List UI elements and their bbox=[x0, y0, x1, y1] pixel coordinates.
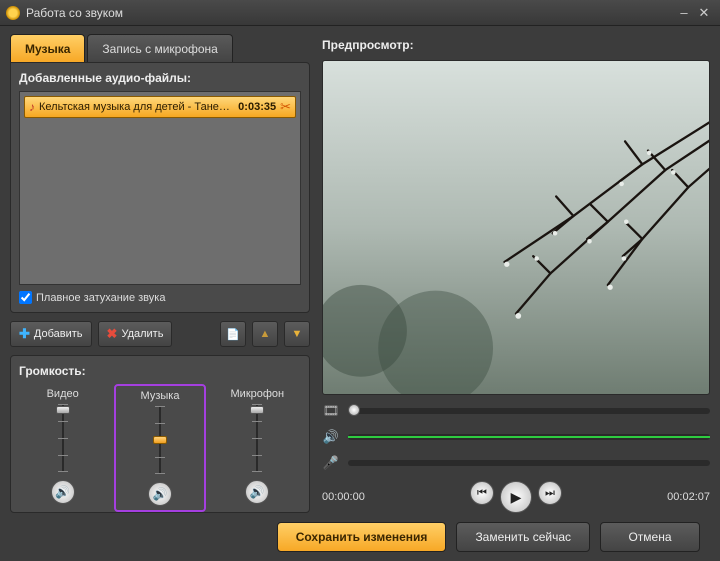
mic-track-bar[interactable] bbox=[348, 460, 710, 466]
fade-checkbox[interactable] bbox=[19, 291, 32, 304]
next-button[interactable]: ⏭ bbox=[538, 481, 562, 505]
remove-file-icon: 📄 bbox=[226, 328, 240, 341]
volume-video-label: Видео bbox=[47, 388, 79, 400]
volume-panel: Громкость: Видео 🔊 Музык bbox=[10, 355, 310, 513]
cancel-button[interactable]: Отмена bbox=[600, 522, 700, 552]
volume-video-mute[interactable]: 🔊 bbox=[51, 480, 75, 504]
move-down-button[interactable]: ▼ bbox=[284, 321, 310, 347]
remove-file-button[interactable]: 📄 bbox=[220, 321, 246, 347]
prev-button[interactable]: ⏮ bbox=[470, 481, 494, 505]
left-column: Музыка Запись с микрофона Добавленные ау… bbox=[10, 34, 310, 513]
volume-music-label: Музыка bbox=[141, 390, 180, 402]
main-columns: Музыка Запись с микрофона Добавленные ау… bbox=[10, 34, 710, 513]
volume-mic-mute[interactable]: 🔊 bbox=[245, 480, 269, 504]
mic-track-row: 🎤 bbox=[322, 453, 710, 473]
seek-thumb[interactable] bbox=[348, 404, 360, 416]
speaker-icon: 🔊 bbox=[55, 485, 70, 499]
fade-checkbox-label: Плавное затухание звука bbox=[36, 292, 165, 304]
skip-back-icon: ⏮ bbox=[477, 487, 487, 500]
video-track-row: 🎞 bbox=[322, 401, 710, 421]
add-button-label: Добавить bbox=[34, 328, 83, 340]
playback-row: 00:00:00 ⏮ ▶ ⏭ 00:02:07 bbox=[322, 481, 710, 513]
preview-image bbox=[323, 61, 709, 394]
audio-file-row[interactable]: ♪ Кельтская музыка для детей - Танец-ht.… bbox=[24, 96, 296, 118]
content-area: Музыка Запись с микрофона Добавленные ау… bbox=[0, 26, 720, 561]
audio-file-name: Кельтская музыка для детей - Танец-ht... bbox=[39, 101, 234, 113]
tab-bar: Музыка Запись с микрофона bbox=[10, 34, 310, 62]
time-total: 00:02:07 bbox=[667, 491, 710, 503]
scissors-icon[interactable]: ✂ bbox=[280, 99, 291, 115]
play-button[interactable]: ▶ bbox=[500, 481, 532, 513]
fade-checkbox-row: Плавное затухание звука bbox=[19, 291, 301, 304]
minimize-button[interactable]: – bbox=[674, 5, 694, 21]
replace-now-button[interactable]: Заменить сейчас bbox=[456, 522, 590, 552]
cancel-button-label: Отмена bbox=[628, 530, 671, 544]
tab-music-label: Музыка bbox=[25, 42, 70, 56]
volume-header: Громкость: bbox=[19, 364, 301, 378]
volume-music-slider[interactable] bbox=[149, 406, 171, 474]
plus-icon: ✚ bbox=[19, 326, 30, 342]
sound-editor-window: Работа со звуком – ✕ Музыка Запись с мик… bbox=[0, 0, 720, 561]
volume-music-mute[interactable]: 🔊 bbox=[148, 482, 172, 506]
tab-mic-label: Запись с микрофона bbox=[102, 42, 217, 56]
preview-header: Предпросмотр: bbox=[322, 34, 710, 56]
speaker-icon: 🔊 bbox=[250, 485, 265, 499]
time-current: 00:00:00 bbox=[322, 491, 365, 503]
move-up-button[interactable]: ▲ bbox=[252, 321, 278, 347]
volume-music-col: Музыка 🔊 bbox=[114, 384, 205, 512]
audio-file-duration: 0:03:35 bbox=[238, 101, 276, 113]
volume-columns: Видео 🔊 Музыка bbox=[19, 384, 301, 512]
arrow-up-icon: ▲ bbox=[260, 328, 271, 340]
tab-mic-record[interactable]: Запись с микрофона bbox=[87, 34, 232, 62]
delete-button-label: Удалить bbox=[121, 328, 163, 340]
video-seek-bar[interactable] bbox=[348, 408, 710, 414]
save-button[interactable]: Сохранить изменения bbox=[277, 522, 447, 552]
save-button-label: Сохранить изменения bbox=[296, 530, 428, 544]
add-button[interactable]: ✚ Добавить bbox=[10, 321, 92, 347]
delete-icon: ✖ bbox=[107, 326, 118, 342]
audio-track-bar[interactable] bbox=[348, 434, 710, 440]
close-button[interactable]: ✕ bbox=[694, 5, 714, 21]
app-icon bbox=[6, 6, 20, 20]
dialog-footer: Сохранить изменения Заменить сейчас Отме… bbox=[10, 513, 710, 561]
added-files-label: Добавленные аудио-файлы: bbox=[19, 71, 301, 85]
volume-video-slider[interactable] bbox=[52, 404, 74, 472]
window-title: Работа со звуком bbox=[26, 6, 674, 20]
audio-files-panel: Добавленные аудио-файлы: ♪ Кельтская муз… bbox=[10, 62, 310, 313]
right-column: Предпросмотр: bbox=[322, 34, 710, 513]
replace-button-label: Заменить сейчас bbox=[475, 530, 571, 544]
delete-button[interactable]: ✖Удалить bbox=[98, 321, 173, 347]
play-icon: ▶ bbox=[511, 489, 522, 506]
tab-music[interactable]: Музыка bbox=[10, 34, 85, 62]
titlebar: Работа со звуком – ✕ bbox=[0, 0, 720, 26]
volume-mic-col: Микрофон 🔊 bbox=[214, 384, 301, 512]
mic-icon: 🎤 bbox=[322, 455, 340, 471]
film-icon: 🎞 bbox=[322, 403, 340, 419]
skip-forward-icon: ⏭ bbox=[545, 487, 555, 500]
arrow-down-icon: ▼ bbox=[292, 328, 303, 340]
music-note-icon: ♪ bbox=[29, 100, 35, 114]
speaker-track-icon: 🔊 bbox=[322, 429, 340, 445]
volume-video-col: Видео 🔊 bbox=[19, 384, 106, 512]
audio-track-row: 🔊 bbox=[322, 427, 710, 447]
playback-controls: ⏮ ▶ ⏭ bbox=[365, 481, 667, 513]
volume-mic-label: Микрофон bbox=[231, 388, 285, 400]
preview-viewport bbox=[322, 60, 710, 395]
file-buttons-row: ✚ Добавить ✖Удалить 📄 ▲ ▼ bbox=[10, 321, 310, 347]
speaker-icon: 🔊 bbox=[153, 487, 168, 501]
audio-file-list: ♪ Кельтская музыка для детей - Танец-ht.… bbox=[19, 91, 301, 285]
volume-mic-slider[interactable] bbox=[246, 404, 268, 472]
